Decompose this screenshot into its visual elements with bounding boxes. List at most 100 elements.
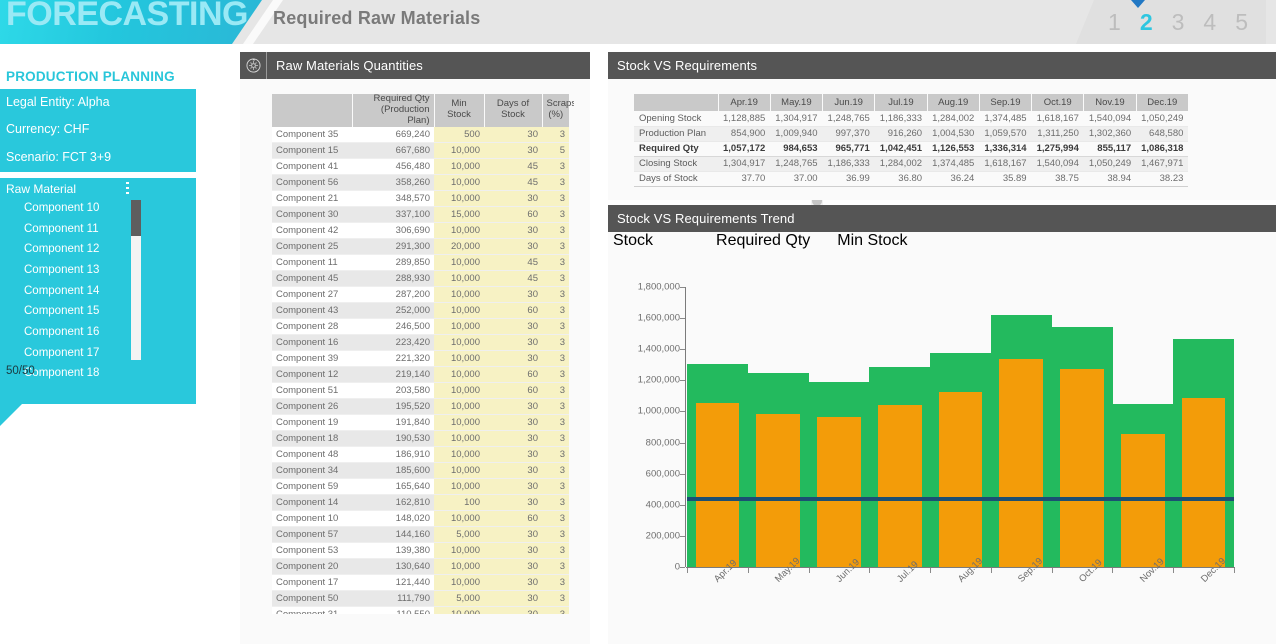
cell-scraps[interactable]: 3 xyxy=(542,510,569,528)
sidebar-item-component-12[interactable]: Component 12 xyxy=(0,239,196,260)
cell-days-of-stock[interactable]: 30 xyxy=(484,430,542,448)
cell-days-of-stock[interactable]: 30 xyxy=(484,462,542,480)
cell-min-stock[interactable]: 10,000 xyxy=(434,398,484,416)
cell-scraps[interactable]: 3 xyxy=(542,302,569,320)
cell-min-stock[interactable]: 10,000 xyxy=(434,222,484,240)
page-number-3[interactable]: 3 xyxy=(1172,10,1185,34)
cell-min-stock[interactable]: 10,000 xyxy=(434,542,484,560)
col-header-scraps[interactable]: Scraps (%) xyxy=(542,94,574,127)
cell-scraps[interactable]: 3 xyxy=(542,158,569,176)
cell-min-stock[interactable]: 10,000 xyxy=(434,318,484,336)
cell-scraps[interactable]: 3 xyxy=(542,222,569,240)
cell-days-of-stock[interactable]: 45 xyxy=(484,174,542,192)
table-row[interactable]: Component 21 348,570 10,000 30 3 xyxy=(272,190,569,208)
cell-min-stock[interactable]: 20,000 xyxy=(434,238,484,256)
cell-min-stock[interactable]: 100 xyxy=(434,494,484,512)
cell-scraps[interactable]: 5 xyxy=(542,142,569,160)
cell-days-of-stock[interactable]: 30 xyxy=(484,334,542,352)
cell-scraps[interactable]: 3 xyxy=(542,382,569,400)
cell-days-of-stock[interactable]: 60 xyxy=(484,382,542,400)
sidebar-item-component-10[interactable]: Component 10 xyxy=(0,198,196,219)
legend-item-min-stock[interactable]: Min Stock xyxy=(832,232,907,250)
cell-min-stock[interactable]: 10,000 xyxy=(434,414,484,432)
table-row[interactable]: Component 26 195,520 10,000 30 3 xyxy=(272,398,569,416)
cell-days-of-stock[interactable]: 30 xyxy=(484,142,542,160)
sidebar-item-component-17[interactable]: Component 17 xyxy=(0,343,196,364)
cell-min-stock[interactable]: 10,000 xyxy=(434,350,484,368)
table-row[interactable]: Component 30 337,100 15,000 60 3 xyxy=(272,206,569,224)
cell-scraps[interactable]: 3 xyxy=(542,526,569,544)
cell-scraps[interactable]: 3 xyxy=(542,334,569,352)
table-row[interactable]: Component 42 306,690 10,000 30 3 xyxy=(272,222,569,240)
cell-days-of-stock[interactable]: 30 xyxy=(484,526,542,544)
cell-days-of-stock[interactable]: 30 xyxy=(484,126,542,144)
table-row[interactable]: Component 53 139,380 10,000 30 3 xyxy=(272,542,569,560)
table-row[interactable]: Component 14 162,810 100 30 3 xyxy=(272,494,569,512)
cell-scraps[interactable]: 3 xyxy=(542,494,569,512)
cell-scraps[interactable]: 3 xyxy=(542,558,569,576)
table-row[interactable]: Component 39 221,320 10,000 30 3 xyxy=(272,350,569,368)
cell-scraps[interactable]: 3 xyxy=(542,606,569,614)
table-row[interactable]: Component 18 190,530 10,000 30 3 xyxy=(272,430,569,448)
page-number-1[interactable]: 1 xyxy=(1108,10,1121,34)
cell-scraps[interactable]: 3 xyxy=(542,254,569,272)
col-header-name[interactable] xyxy=(272,94,353,127)
cell-min-stock[interactable]: 10,000 xyxy=(434,174,484,192)
col-header-required-qty[interactable]: Required Qty (Production Plan) xyxy=(352,94,435,127)
cell-scraps[interactable]: 3 xyxy=(542,174,569,192)
table-row[interactable]: Component 15 667,680 10,000 30 5 xyxy=(272,142,569,160)
cell-days-of-stock[interactable]: 30 xyxy=(484,414,542,432)
cell-days-of-stock[interactable]: 30 xyxy=(484,446,542,464)
cell-days-of-stock[interactable]: 30 xyxy=(484,494,542,512)
cell-min-stock[interactable]: 10,000 xyxy=(434,574,484,592)
table-row[interactable]: Component 59 165,640 10,000 30 3 xyxy=(272,478,569,496)
cell-scraps[interactable]: 3 xyxy=(542,590,569,608)
cell-min-stock[interactable]: 500 xyxy=(434,126,484,144)
cell-days-of-stock[interactable]: 30 xyxy=(484,318,542,336)
table-row[interactable]: Component 19 191,840 10,000 30 3 xyxy=(272,414,569,432)
cell-min-stock[interactable]: 10,000 xyxy=(434,286,484,304)
page-number-4[interactable]: 4 xyxy=(1203,10,1216,34)
cell-days-of-stock[interactable]: 30 xyxy=(484,558,542,576)
cell-days-of-stock[interactable]: 30 xyxy=(484,478,542,496)
table-row[interactable]: Component 16 223,420 10,000 30 3 xyxy=(272,334,569,352)
cell-days-of-stock[interactable]: 30 xyxy=(484,606,542,614)
cell-min-stock[interactable]: 10,000 xyxy=(434,558,484,576)
sidebar-item-component-11[interactable]: Component 11 xyxy=(0,219,196,240)
cell-scraps[interactable]: 3 xyxy=(542,574,569,592)
cell-days-of-stock[interactable]: 30 xyxy=(484,238,542,256)
table-row[interactable]: Component 45 288,930 10,000 45 3 xyxy=(272,270,569,288)
cell-days-of-stock[interactable]: 30 xyxy=(484,398,542,416)
cell-scraps[interactable]: 3 xyxy=(542,542,569,560)
cell-scraps[interactable]: 3 xyxy=(542,286,569,304)
table-row[interactable]: Component 10 148,020 10,000 60 3 xyxy=(272,510,569,528)
cell-scraps[interactable]: 3 xyxy=(542,238,569,256)
table-row[interactable]: Component 41 456,480 10,000 45 3 xyxy=(272,158,569,176)
sidebar-item-component-14[interactable]: Component 14 xyxy=(0,281,196,302)
cell-days-of-stock[interactable]: 30 xyxy=(484,590,542,608)
table-row[interactable]: Component 20 130,640 10,000 30 3 xyxy=(272,558,569,576)
cell-days-of-stock[interactable]: 60 xyxy=(484,302,542,320)
cell-days-of-stock[interactable]: 30 xyxy=(484,222,542,240)
cell-scraps[interactable]: 3 xyxy=(542,190,569,208)
cell-min-stock[interactable]: 10,000 xyxy=(434,254,484,272)
cell-min-stock[interactable]: 10,000 xyxy=(434,142,484,160)
col-header-days-of-stock[interactable]: Days of Stock xyxy=(484,94,543,127)
cell-days-of-stock[interactable]: 45 xyxy=(484,270,542,288)
cell-min-stock[interactable]: 10,000 xyxy=(434,366,484,384)
cell-days-of-stock[interactable]: 45 xyxy=(484,254,542,272)
table-row[interactable]: Component 43 252,000 10,000 60 3 xyxy=(272,302,569,320)
cell-days-of-stock[interactable]: 30 xyxy=(484,286,542,304)
cell-days-of-stock[interactable]: 60 xyxy=(484,206,542,224)
cell-min-stock[interactable]: 10,000 xyxy=(434,302,484,320)
more-options-icon[interactable] xyxy=(126,182,130,194)
cell-min-stock[interactable]: 10,000 xyxy=(434,270,484,288)
legend-item-required-qty[interactable]: Required Qty xyxy=(711,232,810,250)
sidebar-item-component-16[interactable]: Component 16 xyxy=(0,322,196,343)
cell-scraps[interactable]: 3 xyxy=(542,462,569,480)
table-row[interactable]: Component 48 186,910 10,000 30 3 xyxy=(272,446,569,464)
cell-days-of-stock[interactable]: 30 xyxy=(484,542,542,560)
cell-min-stock[interactable]: 10,000 xyxy=(434,430,484,448)
cell-scraps[interactable]: 3 xyxy=(542,398,569,416)
cell-days-of-stock[interactable]: 60 xyxy=(484,366,542,384)
